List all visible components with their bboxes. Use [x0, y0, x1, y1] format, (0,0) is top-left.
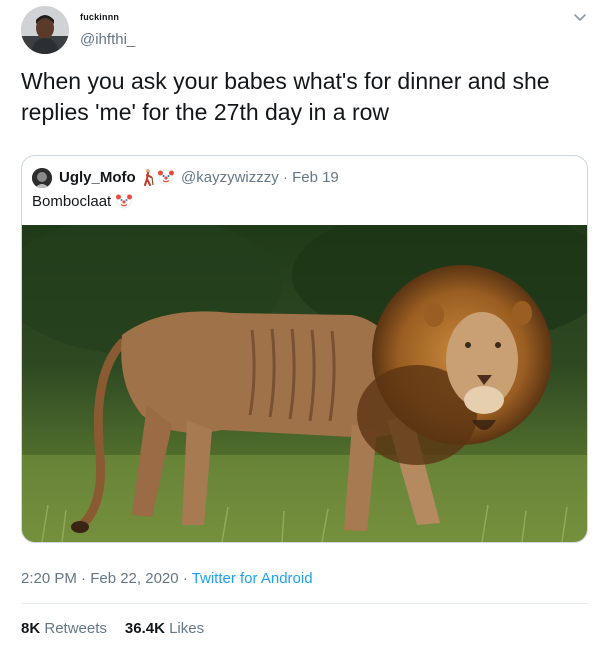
- tweet-text: When you ask your babes what's for dinne…: [21, 68, 550, 125]
- clown-face-icon: [116, 193, 132, 209]
- chevron-down-icon[interactable]: [572, 12, 588, 24]
- author-handle[interactable]: @ihfthi_: [80, 31, 135, 48]
- avatar-photo: [21, 6, 69, 54]
- tweet-card: fuckinnn @ihfthi_ When you ask your babe…: [0, 0, 611, 651]
- quoted-handle-and-date[interactable]: @kayzywizzzy · Feb 19: [181, 169, 339, 186]
- divider: [21, 603, 588, 604]
- quoted-avatar-photo: [32, 168, 52, 188]
- retweets-stat[interactable]: 8K Retweets: [21, 620, 107, 637]
- likes-stat[interactable]: 36.4K Likes: [125, 620, 204, 637]
- lion-photo[interactable]: [22, 225, 587, 542]
- retweets-label: Retweets: [44, 620, 107, 637]
- tweet-timestamp: 2:20 PM · Feb 22, 2020 · Twitter for And…: [21, 570, 313, 587]
- author-avatar[interactable]: [21, 6, 69, 54]
- retweets-count: 8K: [21, 620, 41, 637]
- quoted-tweet[interactable]: Ugly_Mofo @kayzywizzzy · Feb 19 Bombocla…: [21, 155, 588, 543]
- clown-face-icon: [158, 169, 174, 185]
- likes-label: Likes: [169, 620, 205, 637]
- time-date[interactable]: 2:20 PM · Feb 22, 2020 ·: [21, 570, 192, 587]
- source-link[interactable]: Twitter for Android: [192, 570, 313, 587]
- quoted-author-name[interactable]: Ugly_Mofo: [59, 169, 136, 186]
- engagement-stats: 8K Retweets 36.4K Likes: [21, 620, 204, 637]
- quoted-author-avatar[interactable]: [32, 168, 52, 188]
- author-display-name[interactable]: fuckinnn: [80, 12, 119, 22]
- likes-count: 36.4K: [124, 620, 165, 637]
- person-walking-with-cane-icon: [144, 169, 154, 186]
- quoted-tweet-text: Bomboclaat: [32, 193, 112, 210]
